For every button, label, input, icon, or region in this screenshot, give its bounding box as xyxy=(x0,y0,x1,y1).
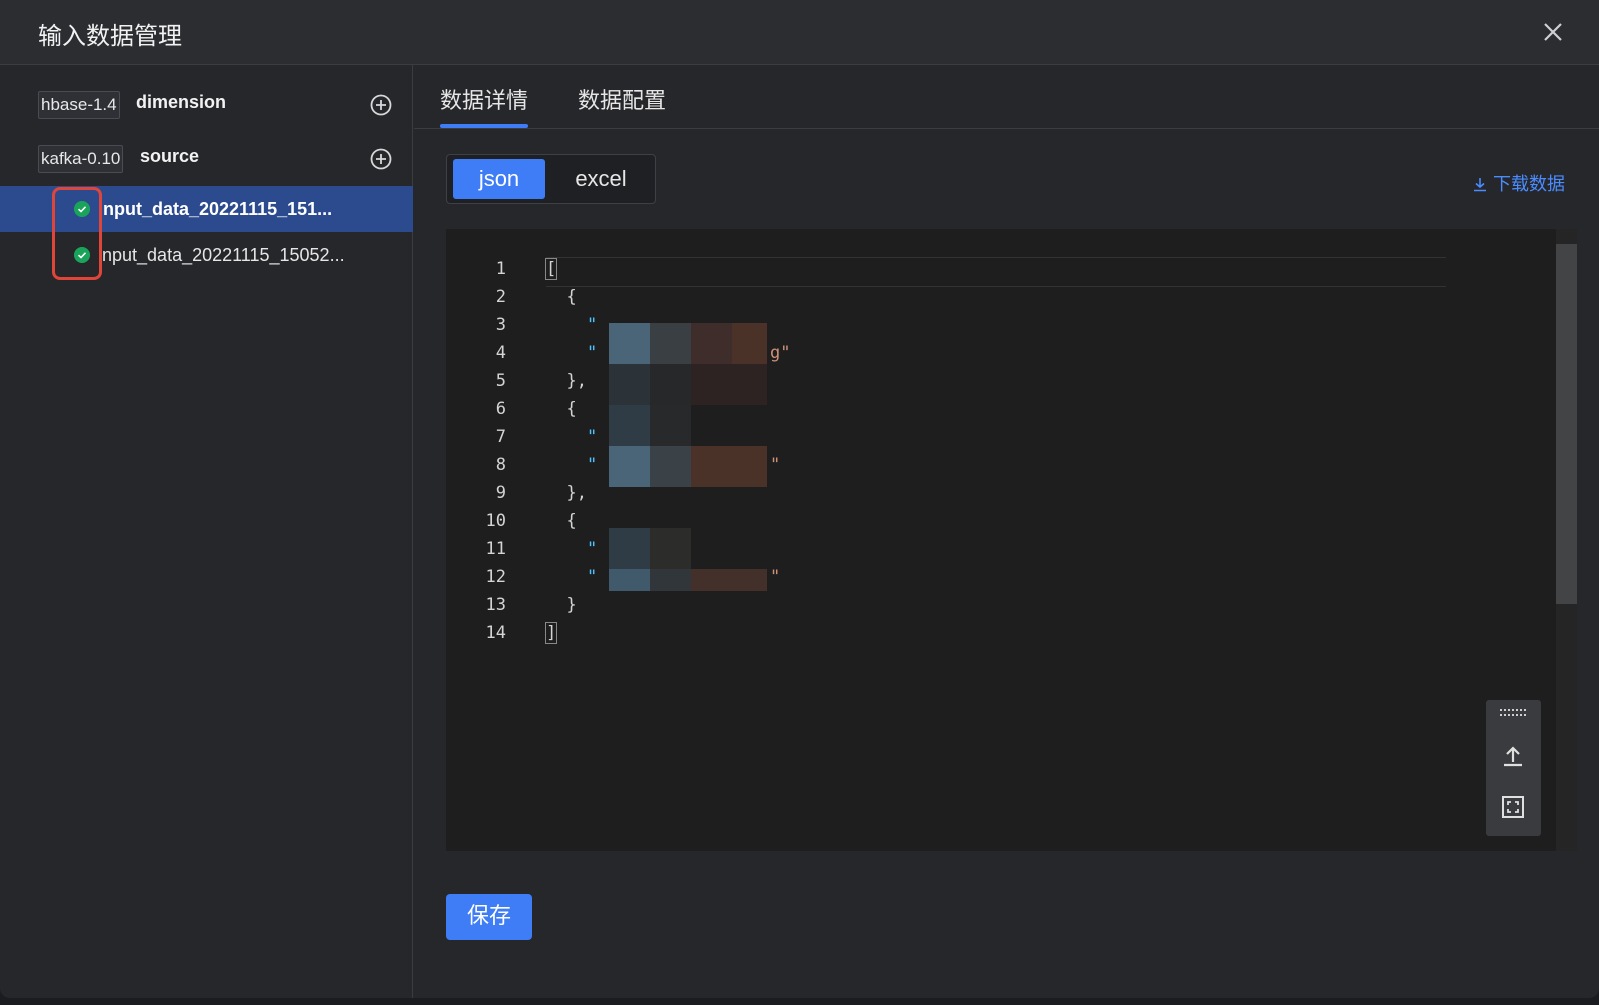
line-number: 14 xyxy=(485,623,506,643)
source-sidebar: hbase-1.4 dimension kafka-0.10 source in… xyxy=(0,65,413,998)
drag-handle-icon[interactable] xyxy=(1499,708,1529,718)
tab-data-config[interactable]: 数据配置 xyxy=(578,83,666,115)
group-row-dimension: hbase-1.4 dimension xyxy=(0,84,413,124)
line-number: 4 xyxy=(495,343,506,363)
code-line: { xyxy=(546,287,577,307)
file-name: input_data_20221115_15052... xyxy=(98,245,345,265)
line-number: 8 xyxy=(495,455,506,475)
group-row-source: kafka-0.10 source xyxy=(0,138,413,178)
download-icon xyxy=(1474,178,1486,192)
group-name: dimension xyxy=(136,92,227,112)
line-number: 6 xyxy=(495,399,506,419)
check-circle-icon xyxy=(74,247,90,263)
format-toggle: json excel xyxy=(446,154,656,204)
line-number: 2 xyxy=(495,287,506,307)
redacted-block xyxy=(691,569,767,591)
tab-data-details[interactable]: 数据详情 xyxy=(440,83,529,128)
line-number: 10 xyxy=(485,511,506,531)
code-line: { xyxy=(546,511,577,531)
code-line: { xyxy=(546,399,577,419)
group-name: source xyxy=(140,146,200,166)
redacted-block xyxy=(691,323,732,364)
line-number: 7 xyxy=(495,427,506,447)
redacted-block xyxy=(609,405,650,446)
line-number: 9 xyxy=(495,483,506,503)
code-line: ] xyxy=(544,622,558,644)
code-line: } xyxy=(546,595,577,615)
code-line: " xyxy=(546,343,598,363)
line-number: 12 xyxy=(485,567,506,587)
file-item[interactable]: input_data_20221115_15052... xyxy=(0,232,413,278)
redacted-block xyxy=(650,569,691,591)
code-line: " xyxy=(546,455,598,475)
redacted-block xyxy=(650,364,691,405)
redacted-block xyxy=(609,528,650,569)
file-item-selected[interactable]: input_data_20221115_151... xyxy=(0,186,413,232)
dialog-header: 输入数据管理 xyxy=(0,0,1599,65)
check-circle-icon xyxy=(74,201,90,217)
dialog-title: 输入数据管理 xyxy=(38,22,182,50)
current-line-highlight xyxy=(546,257,1446,287)
connector-tag: kafka-0.10 xyxy=(38,145,124,173)
input-data-dialog: 输入数据管理 hbase-1.4 dimension kafka-0.10 so… xyxy=(0,0,1599,998)
redacted-block xyxy=(609,446,650,487)
line-number: 3 xyxy=(495,315,506,335)
redacted-block xyxy=(650,405,691,446)
redacted-block xyxy=(650,323,691,364)
add-circle-icon[interactable] xyxy=(370,94,392,116)
json-code-editor[interactable]: 1 2 3 4 5 6 7 8 9 10 11 12 13 14 [ { " "… xyxy=(446,229,1577,851)
redacted-block xyxy=(691,446,767,487)
code-line: " xyxy=(546,539,598,559)
detail-tabs: 数据详情 数据配置 xyxy=(414,65,1599,129)
file-name: input_data_20221115_151... xyxy=(98,199,333,219)
save-button[interactable]: 保存 xyxy=(446,894,532,940)
editor-tool-panel xyxy=(1486,700,1541,836)
upload-icon[interactable] xyxy=(1500,742,1526,768)
code-line: " xyxy=(546,315,598,335)
code-fragment: g" xyxy=(770,343,791,363)
add-circle-icon[interactable] xyxy=(370,148,392,170)
download-label: 下载数据 xyxy=(1493,174,1565,195)
editor-scroll-thumb[interactable] xyxy=(1556,244,1577,604)
code-line: [ xyxy=(544,258,558,280)
line-number: 11 xyxy=(485,539,506,559)
download-data-link[interactable]: 下载数据 xyxy=(1472,170,1565,196)
fit-screen-icon[interactable] xyxy=(1500,794,1526,820)
line-number: 13 xyxy=(485,595,506,615)
redacted-block xyxy=(609,364,650,405)
line-number: 1 xyxy=(495,259,506,279)
line-number: 5 xyxy=(495,371,506,391)
code-line: }, xyxy=(546,371,587,391)
redacted-block xyxy=(609,323,650,364)
redacted-block xyxy=(650,446,691,487)
format-option-json[interactable]: json xyxy=(453,159,545,199)
code-fragment: " xyxy=(770,455,781,475)
code-line: " xyxy=(546,427,598,447)
connector-tag: hbase-1.4 xyxy=(38,91,120,119)
redacted-block xyxy=(691,364,767,405)
code-line: " xyxy=(546,567,598,587)
redacted-block xyxy=(609,569,650,591)
code-fragment: " xyxy=(770,567,781,587)
format-option-excel[interactable]: excel xyxy=(553,159,649,199)
redacted-block xyxy=(650,528,691,569)
code-line: }, xyxy=(546,483,587,503)
close-icon[interactable] xyxy=(1539,18,1567,46)
redacted-block xyxy=(732,323,767,364)
